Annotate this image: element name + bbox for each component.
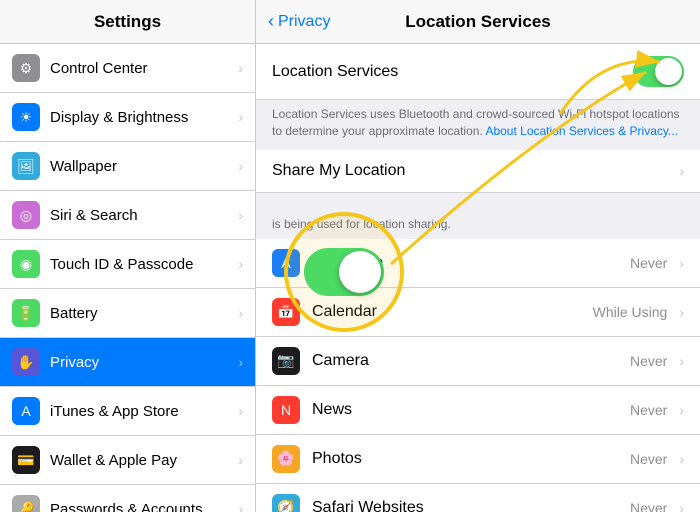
display-brightness-icon: ☀ bbox=[12, 103, 40, 131]
share-location-section: Share My Location › bbox=[256, 150, 700, 193]
toggle-knob bbox=[655, 58, 682, 85]
wallet-icon: 💳 bbox=[12, 446, 40, 474]
header: Settings ‹ Privacy Location Services bbox=[0, 0, 700, 44]
calendar-chevron-icon: › bbox=[679, 304, 684, 320]
touch-id-icon: ◉ bbox=[12, 250, 40, 278]
app-store-chevron-icon: › bbox=[679, 255, 684, 271]
share-my-location-row[interactable]: Share My Location › bbox=[256, 150, 700, 193]
sidebar: ⚙ Control Center › ☀ Display & Brightness › 🖼 W… bbox=[0, 44, 256, 512]
back-chevron-icon: ‹ bbox=[268, 11, 274, 32]
location-link-text: About Location Services & Privacy... bbox=[485, 124, 678, 138]
sidebar-chevron-touch-id: › bbox=[238, 256, 243, 272]
sidebar-chevron-control-center: › bbox=[238, 60, 243, 76]
app-row-safari[interactable]: 🧭 Safari Websites Never › bbox=[256, 484, 700, 512]
page-title-text: Location Services bbox=[405, 12, 551, 31]
sidebar-item-label-siri-search: Siri & Search bbox=[50, 207, 228, 224]
sidebar-item-wallpaper[interactable]: 🖼 Wallpaper › bbox=[0, 142, 255, 191]
app-row-calendar[interactable]: 📅 Calendar While Using › bbox=[256, 288, 700, 337]
sidebar-item-label-passwords: Passwords & Accounts bbox=[50, 501, 228, 512]
safari-app-icon: 🧭 bbox=[272, 494, 300, 512]
calendar-app-status: While Using bbox=[593, 304, 668, 320]
back-button[interactable]: ‹ Privacy bbox=[256, 11, 330, 32]
news-app-name: News bbox=[312, 401, 618, 419]
sidebar-chevron-passwords: › bbox=[238, 501, 243, 512]
share-my-location-label: Share My Location bbox=[272, 162, 679, 180]
location-services-toggle[interactable] bbox=[633, 56, 684, 87]
sidebar-item-label-wallet: Wallet & Apple Pay bbox=[50, 452, 228, 469]
photos-chevron-icon: › bbox=[679, 451, 684, 467]
siri-search-icon: ◎ bbox=[12, 201, 40, 229]
sidebar-item-touch-id[interactable]: ◉ Touch ID & Passcode › bbox=[0, 240, 255, 289]
photos-app-name: Photos bbox=[312, 450, 618, 468]
sidebar-item-battery[interactable]: 🔋 Battery › bbox=[0, 289, 255, 338]
page-title: Location Services bbox=[405, 12, 551, 32]
wallpaper-icon: 🖼 bbox=[12, 152, 40, 180]
sidebar-item-display-brightness[interactable]: ☀ Display & Brightness › bbox=[0, 93, 255, 142]
app-row-camera[interactable]: 📷 Camera Never › bbox=[256, 337, 700, 386]
sidebar-chevron-display-brightness: › bbox=[238, 109, 243, 125]
sidebar-item-control-center[interactable]: ⚙ Control Center › bbox=[0, 44, 255, 93]
calendar-app-name: Calendar bbox=[312, 303, 581, 321]
back-label: Privacy bbox=[278, 13, 330, 31]
sidebar-item-label-display-brightness: Display & Brightness bbox=[50, 109, 228, 126]
app-store-app-icon: A bbox=[272, 249, 300, 277]
sidebar-item-privacy[interactable]: ✋ Privacy › bbox=[0, 338, 255, 387]
app-row-news[interactable]: N News Never › bbox=[256, 386, 700, 435]
share-chevron-icon: › bbox=[679, 163, 684, 179]
photos-app-icon: 🌸 bbox=[272, 445, 300, 473]
camera-chevron-icon: › bbox=[679, 353, 684, 369]
sidebar-chevron-wallpaper: › bbox=[238, 158, 243, 174]
sidebar-item-label-wallpaper: Wallpaper bbox=[50, 158, 228, 175]
sidebar-item-label-control-center: Control Center bbox=[50, 60, 228, 77]
location-services-row: Location Services bbox=[256, 44, 700, 100]
passwords-icon: 🔑 bbox=[12, 495, 40, 512]
location-privacy-link[interactable]: About Location Services & Privacy... bbox=[485, 124, 678, 138]
app-row-photos[interactable]: 🌸 Photos Never › bbox=[256, 435, 700, 484]
sidebar-chevron-battery: › bbox=[238, 305, 243, 321]
sidebar-item-wallet[interactable]: 💳 Wallet & Apple Pay › bbox=[0, 436, 255, 485]
news-app-status: Never bbox=[630, 402, 667, 418]
battery-icon: 🔋 bbox=[12, 299, 40, 327]
sidebar-title: Settings bbox=[0, 0, 256, 43]
sidebar-item-siri-search[interactable]: ◎ Siri & Search › bbox=[0, 191, 255, 240]
safari-app-name: Safari Websites bbox=[312, 499, 618, 512]
camera-app-status: Never bbox=[630, 353, 667, 369]
sidebar-title-text: Settings bbox=[94, 12, 161, 32]
sidebar-item-label-battery: Battery bbox=[50, 305, 228, 322]
safari-app-status: Never bbox=[630, 500, 667, 512]
photos-app-status: Never bbox=[630, 451, 667, 467]
calendar-app-icon: 📅 bbox=[272, 298, 300, 326]
news-chevron-icon: › bbox=[679, 402, 684, 418]
app-store-app-status: Never bbox=[630, 255, 667, 271]
sidebar-item-label-privacy: Privacy bbox=[50, 354, 228, 371]
location-services-label: Location Services bbox=[272, 63, 633, 81]
camera-app-name: Camera bbox=[312, 352, 618, 370]
sidebar-item-label-touch-id: Touch ID & Passcode bbox=[50, 256, 228, 273]
sidebar-item-passwords[interactable]: 🔑 Passwords & Accounts › bbox=[0, 485, 255, 512]
location-services-description: Location Services uses Bluetooth and cro… bbox=[256, 100, 700, 150]
sidebar-chevron-itunes: › bbox=[238, 403, 243, 419]
content-area: Location Services Location Services uses… bbox=[256, 44, 700, 512]
camera-app-icon: 📷 bbox=[272, 347, 300, 375]
safari-chevron-icon: › bbox=[679, 500, 684, 512]
app-row-app-store[interactable]: A App Store Never › bbox=[256, 239, 700, 288]
share-sub-text: is being used for location sharing. bbox=[256, 213, 700, 239]
itunes-icon: A bbox=[12, 397, 40, 425]
share-sub-text-label: is being used for location sharing. bbox=[272, 217, 451, 231]
app-store-app-name: App Store bbox=[312, 254, 618, 272]
sidebar-item-label-itunes: iTunes & App Store bbox=[50, 403, 228, 420]
app-list: A App Store Never › 📅 Calendar While Using › 📷 Ca… bbox=[256, 239, 700, 512]
privacy-icon: ✋ bbox=[12, 348, 40, 376]
news-app-icon: N bbox=[272, 396, 300, 424]
control-center-icon: ⚙ bbox=[12, 54, 40, 82]
main-layout: ⚙ Control Center › ☀ Display & Brightness › 🖼 W… bbox=[0, 44, 700, 512]
sidebar-chevron-siri-search: › bbox=[238, 207, 243, 223]
sidebar-item-itunes[interactable]: AiTunes & App Store › bbox=[0, 387, 255, 436]
sidebar-chevron-wallet: › bbox=[238, 452, 243, 468]
sidebar-chevron-privacy: › bbox=[238, 354, 243, 370]
content-header: ‹ Privacy Location Services bbox=[256, 0, 700, 43]
